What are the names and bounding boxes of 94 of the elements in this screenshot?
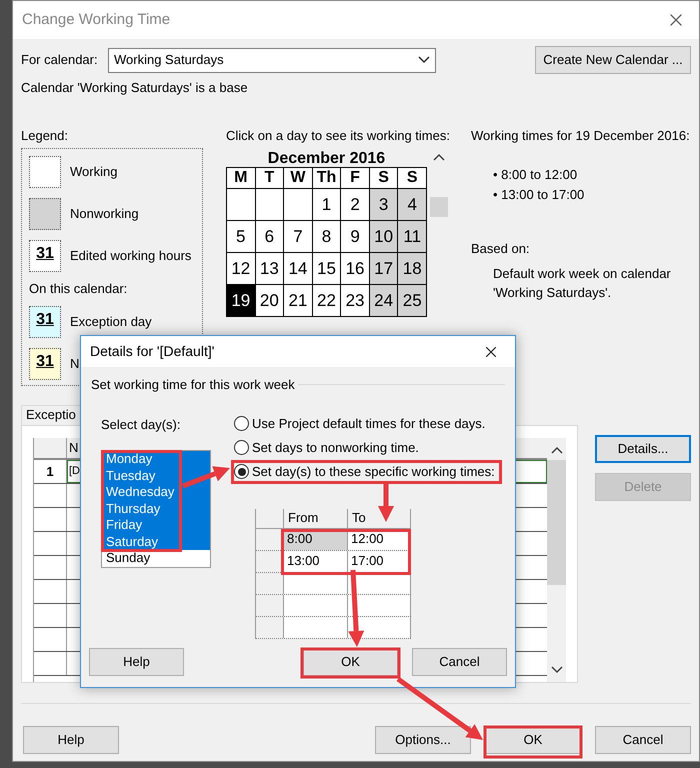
legend-label: Exception day (70, 312, 152, 331)
day-option[interactable]: Friday (102, 517, 210, 534)
radio-option[interactable]: Set day(s) to these specific working times: (234, 460, 499, 484)
radio-button[interactable] (234, 416, 249, 431)
weekday-header: T (256, 168, 284, 188)
legend-swatch: 31 (29, 240, 61, 272)
column-header: From (288, 509, 318, 528)
annotation-arrow (182, 466, 230, 488)
time-cell[interactable]: 12:00 (351, 532, 384, 546)
calendar-day[interactable]: 6 (256, 221, 284, 252)
section-label: On this calendar: (29, 280, 128, 298)
radio-button[interactable] (234, 464, 249, 479)
legend-swatch: 31 (29, 348, 61, 380)
chevron-up-icon (550, 446, 562, 454)
chevron-down-icon (418, 56, 430, 64)
legend-label: Edited working hours (70, 247, 192, 266)
table-cell-text: [D (69, 464, 80, 479)
group-label: Set working time for this work week (91, 376, 295, 394)
column-header: To (352, 509, 366, 528)
calendar-day[interactable]: 3 (370, 189, 398, 220)
days-label: Select day(s): (101, 416, 182, 434)
month-title: December 2016 (266, 149, 386, 167)
calendar-day[interactable]: 8 (312, 221, 340, 252)
calendar-day[interactable]: 4 (398, 189, 426, 220)
radio-option[interactable]: Use Project default times for these days. (234, 412, 490, 436)
legend-label: N (70, 354, 80, 373)
based-on-text: Default work week on calendar 'Working Saturdays'. (493, 264, 672, 302)
day-option[interactable]: Sunday (102, 550, 210, 566)
calendar-day[interactable]: 9 (341, 221, 369, 252)
calendar-day[interactable]: 11 (398, 221, 426, 252)
calendar-day[interactable]: 24 (370, 285, 398, 316)
working-time-item: • 8:00 to 12:00 (493, 166, 578, 184)
weekday-header: M (227, 168, 255, 188)
calendar-day[interactable]: 22 (312, 285, 340, 316)
chevron-up-icon (433, 153, 445, 161)
legend-label: Nonworking (70, 205, 139, 224)
calendar-select[interactable]: Working Saturdays (108, 48, 436, 72)
working-times-title: Working times for 19 December 2016: (471, 126, 691, 145)
scroll-thumb[interactable] (547, 460, 566, 584)
scroll-thumb[interactable] (430, 197, 448, 217)
legend-swatch (29, 198, 61, 230)
footer-button[interactable]: Options... (375, 726, 471, 754)
calendar-day[interactable]: 15 (312, 253, 340, 284)
calendar-day[interactable]: 5 (227, 221, 255, 252)
details-button[interactable]: Details... (595, 434, 691, 462)
dialog-button[interactable]: Cancel (412, 648, 507, 676)
calendar-cell (284, 189, 312, 220)
based-on-label: Based on: (471, 240, 531, 258)
row-number: 1 (34, 460, 67, 482)
calendar-day[interactable]: 1 (312, 189, 340, 220)
chevron-down-icon (550, 666, 562, 674)
calendar-day[interactable]: 12 (227, 253, 255, 284)
calendar-hint: Click on a day to see its working times: (226, 126, 448, 145)
time-cell[interactable]: 17:00 (351, 554, 384, 568)
legend-swatch: 31 (29, 306, 61, 338)
create-calendar-button[interactable]: Create New Calendar ... (535, 46, 691, 74)
calendar-day[interactable]: 10 (370, 221, 398, 252)
weekday-header: W (284, 168, 312, 188)
footer-button[interactable]: Help (23, 726, 119, 754)
dialog-button[interactable]: Help (89, 648, 184, 676)
weekday-header: S (398, 168, 426, 188)
weekday-header: Th (312, 168, 340, 188)
calendar-day[interactable]: 23 (341, 285, 369, 316)
time-cell[interactable]: 13:00 (287, 554, 320, 568)
radio-button[interactable] (234, 440, 249, 455)
column-header: N (69, 438, 78, 457)
legend-swatch (29, 156, 61, 188)
calendar-label: For calendar: (21, 51, 99, 70)
legend-title: Legend: (21, 126, 69, 145)
calendar-day[interactable]: 16 (341, 253, 369, 284)
calendar-day[interactable]: 18 (398, 253, 426, 284)
weekday-header: F (341, 168, 369, 188)
calendar-day[interactable]: 21 (284, 285, 312, 316)
calendar-day[interactable]: 2 (341, 189, 369, 220)
footer-button[interactable]: Cancel (595, 726, 691, 754)
calendar-cell (227, 189, 255, 220)
base-note: Calendar 'Working Saturdays' is a base (21, 79, 249, 97)
annotation-arrow (378, 481, 394, 522)
day-option[interactable]: Wednesday (102, 484, 210, 500)
dialog-title: Details for '[Default]' (90, 342, 214, 361)
weekday-header: S (370, 168, 398, 188)
calendar-cell (256, 189, 284, 220)
calendar-day[interactable]: 20 (256, 285, 284, 316)
calendar-day[interactable]: 7 (284, 221, 312, 252)
calendar-day[interactable]: 13 (256, 253, 284, 284)
window-title: Change Working Time (22, 10, 170, 30)
days-listbox[interactable]: Monday Tuesday Wednesday Thursday Friday Saturday Sunday (101, 450, 211, 568)
radio-option[interactable]: Set days to nonworking time. (234, 436, 423, 460)
table-scrollbar[interactable] (547, 438, 566, 682)
legend-label: Working (70, 163, 118, 182)
calendar-day[interactable]: 25 (398, 285, 426, 316)
calendar-day[interactable]: 14 (284, 253, 312, 284)
working-time-item: • 13:00 to 17:00 (493, 186, 586, 204)
calendar-day[interactable]: 17 (370, 253, 398, 284)
